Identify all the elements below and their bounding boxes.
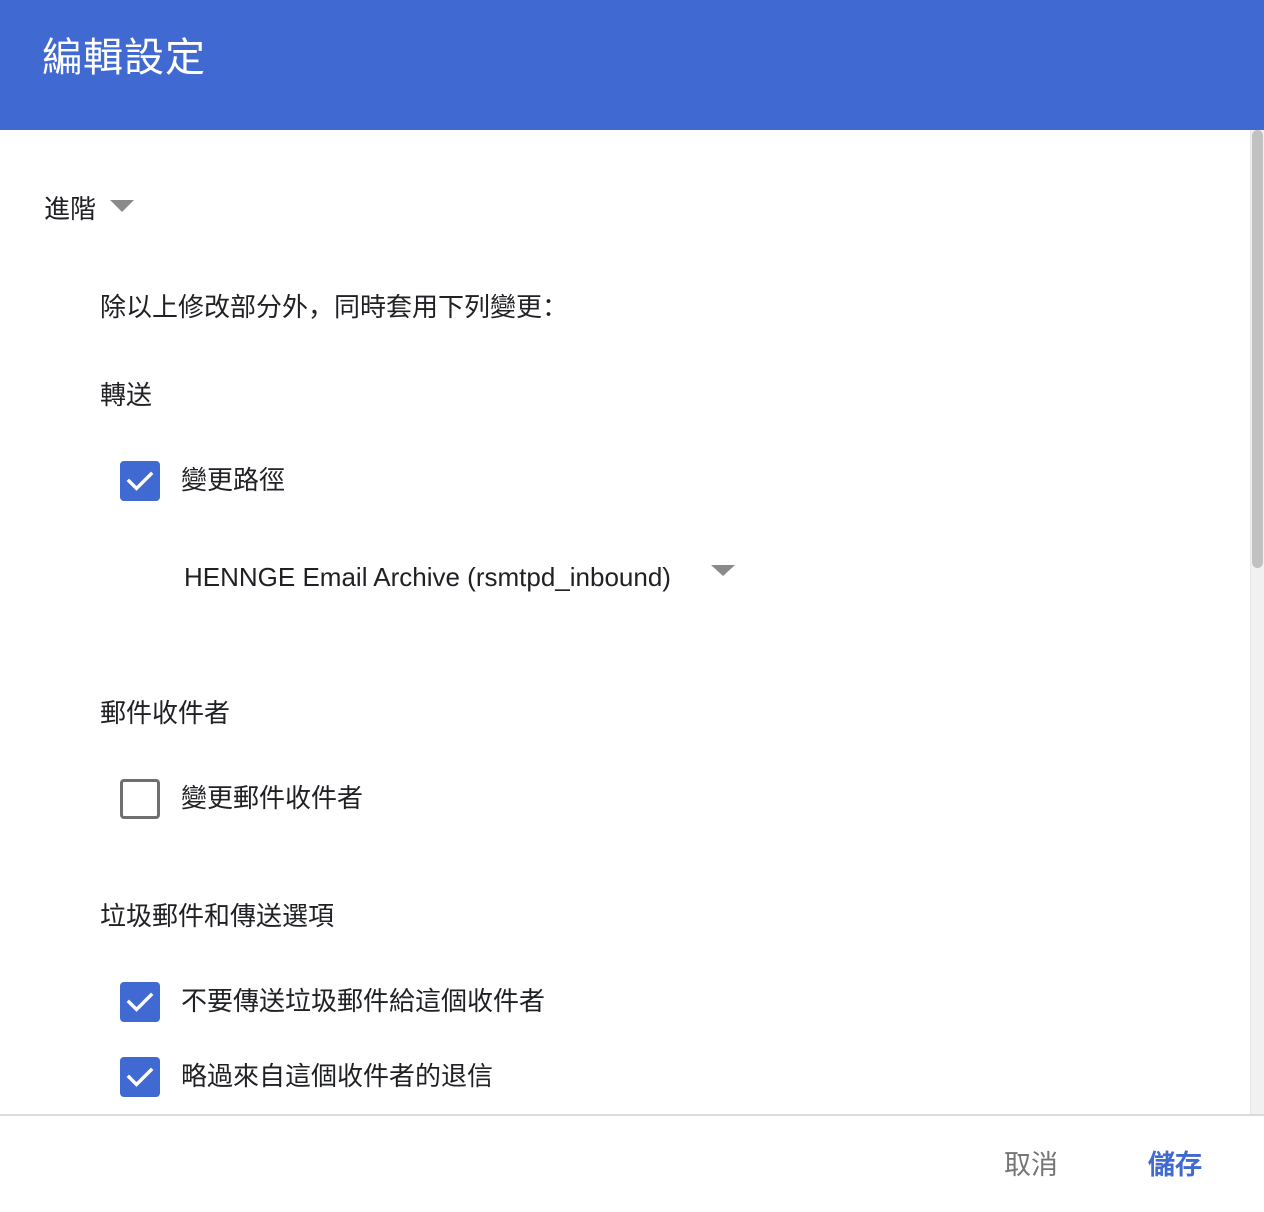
skip-bounces-checkbox[interactable] [120, 1057, 160, 1097]
spam-heading: 垃圾郵件和傳送選項 [100, 902, 335, 932]
save-button[interactable]: 儲存 [1148, 1146, 1202, 1186]
dialog-content: 進階 除以上修改部分外，同時套用下列變更： 轉送 變更路徑 HENNGE Ema… [0, 130, 1250, 1114]
skip-bounces-label: 略過來自這個收件者的退信 [181, 1062, 494, 1092]
dialog-title: 編輯設定 [42, 35, 206, 81]
cancel-button[interactable]: 取消 [1004, 1146, 1058, 1186]
dialog-header: 編輯設定 [0, 0, 1264, 130]
no-spam-label: 不要傳送垃圾郵件給這個收件者 [181, 987, 546, 1017]
checkmark-icon [126, 471, 154, 491]
advanced-label: 進階 [44, 195, 97, 225]
change-recipients-option[interactable]: 變更郵件收件者 [120, 779, 363, 819]
change-route-checkbox[interactable] [120, 461, 160, 501]
chevron-down-icon [710, 564, 735, 576]
change-route-option[interactable]: 變更路徑 [120, 461, 285, 501]
scrollbar-thumb[interactable] [1252, 130, 1263, 568]
route-select-value: HENNGE Email Archive (rsmtpd_inbound) [184, 562, 671, 592]
forwarding-heading: 轉送 [100, 381, 153, 411]
change-route-label: 變更路徑 [181, 466, 286, 496]
no-spam-checkbox[interactable] [120, 982, 160, 1022]
change-recipients-checkbox[interactable] [120, 779, 160, 819]
advanced-toggle[interactable]: 進階 [44, 188, 135, 232]
checkmark-icon [126, 992, 154, 1012]
no-spam-option[interactable]: 不要傳送垃圾郵件給這個收件者 [120, 982, 545, 1022]
change-recipients-label: 變更郵件收件者 [181, 784, 364, 814]
intro-text: 除以上修改部分外，同時套用下列變更： [100, 293, 569, 323]
route-select[interactable]: HENNGE Email Archive (rsmtpd_inbound) [184, 555, 735, 599]
caret-down-icon [110, 200, 135, 212]
dialog-footer: 取消 儲存 [0, 1114, 1264, 1212]
skip-bounces-option[interactable]: 略過來自這個收件者的退信 [120, 1057, 493, 1097]
recipients-heading: 郵件收件者 [100, 699, 231, 729]
edit-settings-dialog: 編輯設定 進階 除以上修改部分外，同時套用下列變更： 轉送 變更路徑 HENNG… [0, 0, 1264, 1212]
checkmark-icon [126, 1067, 154, 1087]
